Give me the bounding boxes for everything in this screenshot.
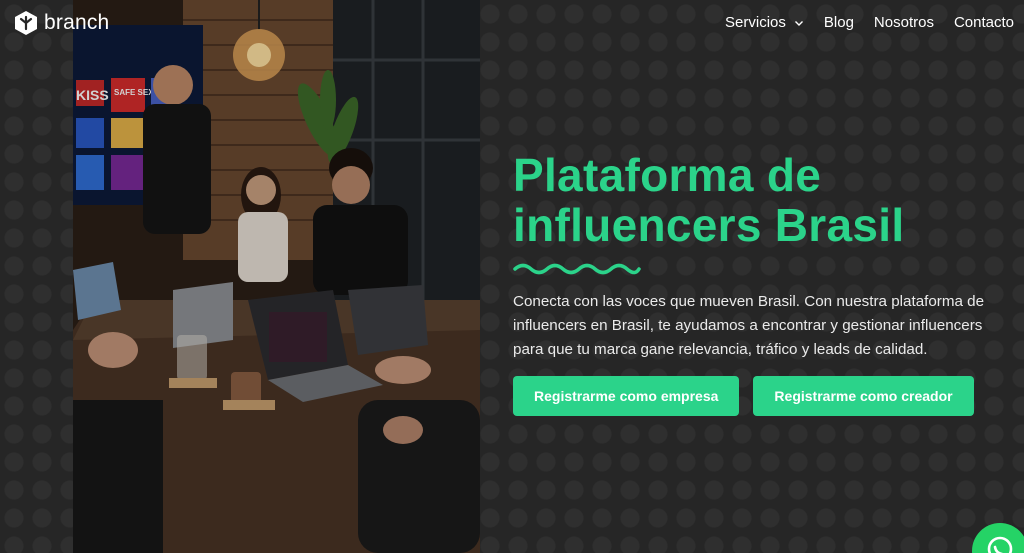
nav-item-servicios-label: Servicios bbox=[725, 14, 786, 31]
wave-divider-icon bbox=[513, 263, 641, 275]
hero-title: Plataforma de influencers Brasil bbox=[513, 150, 1003, 250]
hero-description: Conecta con las voces que mueven Brasil.… bbox=[513, 293, 985, 358]
site-header: branch Servicios Blog Nosotros Contacto bbox=[0, 0, 1024, 48]
nav-item-blog[interactable]: Blog bbox=[824, 14, 854, 31]
nav-item-contacto[interactable]: Contacto bbox=[954, 14, 1014, 31]
main-nav: Servicios Blog Nosotros Contacto bbox=[725, 14, 1014, 31]
hero-section: Plataforma de influencers Brasil Conecta… bbox=[513, 150, 1003, 416]
branch-logo-icon bbox=[15, 11, 37, 35]
team-meeting-photo: KISS SAFE SEX bbox=[73, 0, 480, 553]
hero-photo: KISS SAFE SEX bbox=[73, 0, 480, 553]
whatsapp-icon bbox=[987, 536, 1013, 553]
cta-buttons: Registrarme como empresa Registrarme com… bbox=[513, 376, 1003, 416]
register-creator-button[interactable]: Registrarme como creador bbox=[753, 376, 974, 416]
nav-item-nosotros[interactable]: Nosotros bbox=[874, 14, 934, 31]
whatsapp-button[interactable] bbox=[972, 523, 1024, 553]
hero-title-line-1: Plataforma de bbox=[513, 149, 822, 201]
nav-item-servicios[interactable]: Servicios bbox=[725, 14, 804, 31]
brand-logo[interactable]: branch bbox=[12, 9, 109, 37]
chevron-down-icon bbox=[794, 20, 803, 26]
hero-title-line-2: influencers Brasil bbox=[513, 199, 905, 251]
page: KISS SAFE SEX branch Servicios Blog Noso… bbox=[0, 0, 1024, 553]
register-company-button[interactable]: Registrarme como empresa bbox=[513, 376, 740, 416]
brand-name: branch bbox=[44, 11, 110, 34]
